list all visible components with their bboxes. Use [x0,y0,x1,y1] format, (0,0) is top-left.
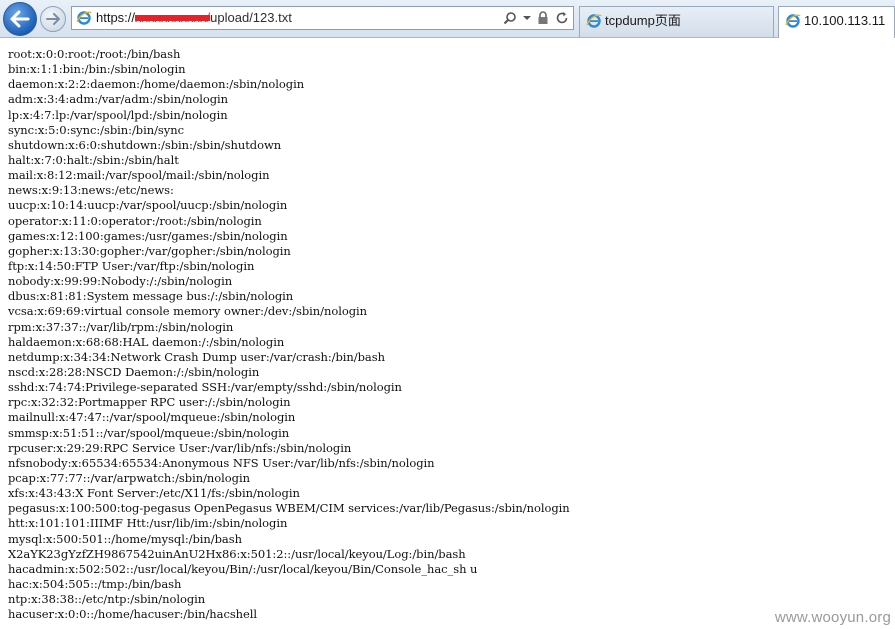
lock-icon[interactable] [537,11,549,25]
text-line: daemon:x:2:2:daemon:/home/daemon:/sbin/n… [8,77,305,92]
text-line: mysql:x:500:501::/home/mysql:/bin/bash [8,531,242,546]
ie-page-icon [785,13,801,29]
text-line: adm:x:3:4:adm:/var/adm:/sbin/nologin [8,92,229,107]
text-line: X2aYK23gYzfZH9867542uinAnU2Hx86:x:501:2:… [8,546,466,561]
url-path: upload/123.txt [210,10,292,25]
text-line: hacadmin:x:502:502::/usr/local/keyou/Bin… [8,561,478,576]
text-line: shutdown:x:6:0:shutdown:/sbin:/sbin/shut… [8,137,282,152]
text-line: games:x:12:100:games:/usr/games:/sbin/no… [8,228,288,243]
text-line: pcap:x:77:77::/var/arpwatch:/sbin/nologi… [8,470,250,485]
url-text[interactable]: https://xxxxxxxxxxx/upload/123.txt [96,10,292,26]
text-line: nscd:x:28:28:NSCD Daemon:/:/sbin/nologin [8,364,260,379]
text-line: haldaemon:x:68:68:HAL daemon:/:/sbin/nol… [8,334,285,349]
text-line: htt:x:101:101:IIIMF Htt:/usr/lib/im:/sbi… [8,516,288,531]
ie-page-icon [586,13,602,29]
text-line: hacuser:x:0:0::/home/hacuser:/bin/hacshe… [8,607,258,622]
text-line: nfsnobody:x:65534:65534:Anonymous NFS Us… [8,455,435,470]
text-line: smmsp:x:51:51::/var/spool/mqueue:/sbin/n… [8,425,290,440]
url-scheme: https:// [96,10,136,25]
tab-label: 10.100.113.11 [804,13,886,28]
text-line: sshd:x:74:74:Privilege-separated SSH:/va… [8,380,402,395]
text-line: ntp:x:38:38::/etc/ntp:/sbin/nologin [8,592,206,607]
text-line: nobody:x:99:99:Nobody:/:/sbin/nologin [8,274,233,289]
address-tools [503,9,569,27]
text-line: rpc:x:32:32:Portmapper RPC user:/:/sbin/… [8,395,291,410]
tab-tcpdump[interactable]: tcpdump页面 [579,6,774,37]
text-line: sync:x:5:0:sync:/sbin:/bin/sync [8,122,184,137]
text-line: bin:x:1:1:bin:/bin:/sbin/nologin [8,62,186,77]
text-line: uucp:x:10:14:uucp:/var/spool/uucp:/sbin/… [8,198,288,213]
text-file-content: root:x:0:0:root:/root:/bin/bash bin:x:1:1… [8,47,895,622]
text-line: root:x:0:0:root:/root:/bin/bash [8,47,181,61]
text-line: lp:x:4:7:lp:/var/spool/lpd:/sbin/nologin [8,107,228,122]
browser-chrome: https://xxxxxxxxxxx/upload/123.txt tcpdu… [0,0,895,38]
back-button[interactable] [3,2,37,36]
forward-button[interactable] [40,6,66,32]
tab-active-ip[interactable]: 10.100.113.11 [778,6,895,38]
text-line: vcsa:x:69:69:virtual console memory owne… [8,304,367,319]
refresh-icon[interactable] [555,11,569,25]
text-line: halt:x:7:0:halt:/sbin:/sbin/halt [8,152,179,167]
text-line: hac:x:504:505::/tmp:/bin/bash [8,576,182,591]
text-line: pegasus:x:100:500:tog-pegasus OpenPegasu… [8,501,570,516]
address-bar[interactable]: https://xxxxxxxxxxx/upload/123.txt [71,6,574,30]
forward-arrow-icon [46,13,60,25]
back-arrow-icon [10,10,30,28]
url-redacted-host: xxxxxxxxxxx/ [135,10,211,25]
text-line: news:x:9:13:news:/etc/news: [8,183,174,198]
ie-page-icon [76,10,92,26]
text-line: mailnull:x:47:47::/var/spool/mqueue:/sbi… [8,410,296,425]
text-line: dbus:x:81:81:System message bus:/:/sbin/… [8,289,294,304]
watermark: www.wooyun.org [774,609,891,626]
text-line: gopher:x:13:30:gopher:/var/gopher:/sbin/… [8,243,291,258]
search-icon[interactable] [503,11,517,25]
tab-label: tcpdump页面 [605,13,681,28]
text-line: rpcuser:x:29:29:RPC Service User:/var/li… [8,440,352,455]
text-line: operator:x:11:0:operator:/root:/sbin/nol… [8,213,262,228]
text-line: mail:x:8:12:mail:/var/spool/mail:/sbin/n… [8,168,270,183]
text-line: rpm:x:37:37::/var/lib/rpm:/sbin/nologin [8,319,234,334]
text-line: netdump:x:34:34:Network Crash Dump user:… [8,349,385,364]
chevron-down-icon[interactable] [523,15,531,21]
text-line: ftp:x:14:50:FTP User:/var/ftp:/sbin/nolo… [8,258,255,273]
text-line: xfs:x:43:43:X Font Server:/etc/X11/fs:/s… [8,486,300,501]
